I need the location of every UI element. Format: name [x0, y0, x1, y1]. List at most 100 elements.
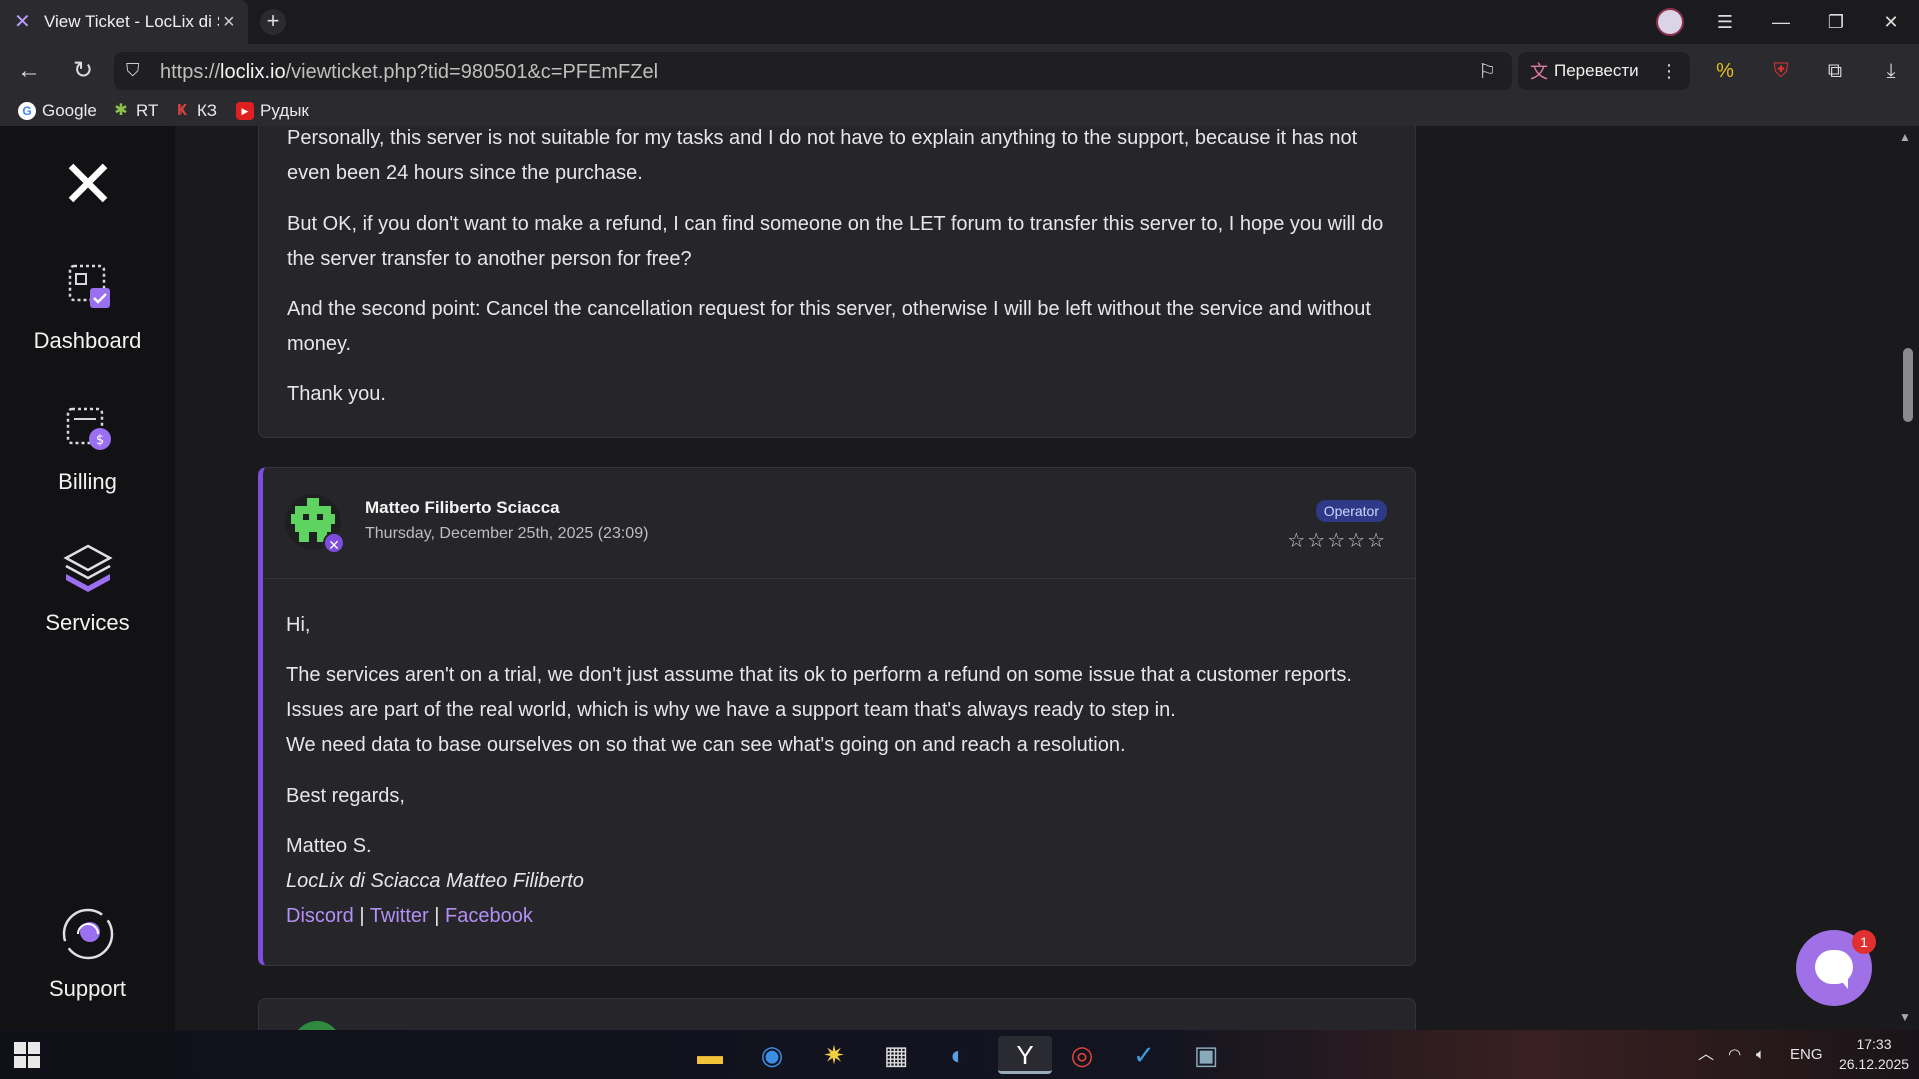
vpn-app-icon[interactable]: ✓	[1122, 1036, 1166, 1074]
tray-expand-icon[interactable]: ︿	[1698, 1030, 1714, 1079]
sidebar-item-billing[interactable]: $ Billing	[0, 399, 175, 495]
translate-icon: 文	[1530, 62, 1548, 82]
clock-date: 26.12.2025	[1838, 1056, 1910, 1072]
rt-icon: ✱	[114, 102, 128, 119]
ticket-reply-next	[258, 998, 1416, 1030]
yandex-browser-icon[interactable]: Y	[998, 1036, 1052, 1074]
operator-badge-icon: ✕	[323, 532, 345, 554]
rating-stars[interactable]: ☆☆☆☆☆	[1287, 528, 1387, 553]
twitter-link[interactable]: Twitter	[370, 905, 429, 927]
ticket-content: Personally, this server is not suitable …	[175, 126, 1899, 1030]
downloads-icon[interactable]: ⤓	[1874, 54, 1908, 88]
kz-icon: Ҝ	[177, 102, 187, 119]
bookmark-rt[interactable]: ✱ RT	[112, 101, 158, 121]
clock-time: 17:33	[1856, 1036, 1892, 1052]
discord-link[interactable]: Discord	[286, 905, 354, 927]
facebook-link[interactable]: Facebook	[445, 905, 533, 927]
support-icon	[60, 906, 116, 962]
message-paragraph: But OK, if you don't want to make a refu…	[287, 213, 1384, 270]
browser-tab-active[interactable]: ✕ View Ticket - LocLix di S ×	[0, 0, 248, 44]
avatar: ✕	[285, 494, 345, 554]
link-separator: |	[434, 905, 440, 927]
translate-button[interactable]: 文 Перевести ⋮	[1518, 52, 1690, 90]
ticket-reply-operator: ✕ Matteo Filiberto Sciacca Thursday, Dec…	[258, 467, 1416, 966]
minimize-button[interactable]: —	[1756, 0, 1806, 44]
sun-app-icon[interactable]: ✷	[812, 1036, 856, 1074]
discount-extension-icon[interactable]: %	[1708, 54, 1742, 88]
link-separator: |	[359, 905, 365, 927]
sidebar-item-dashboard[interactable]: Dashboard	[0, 258, 175, 354]
calculator-icon[interactable]: ▦	[874, 1036, 918, 1074]
translate-label: Перевести	[1554, 61, 1639, 80]
extensions-puzzle-icon[interactable]: ⧉	[1818, 54, 1852, 88]
dashboard-icon	[60, 258, 116, 314]
chat-notification-badge: 1	[1852, 930, 1876, 954]
profile-avatar-icon[interactable]	[1656, 8, 1684, 36]
sidebar-item-label: Support	[48, 976, 127, 1001]
volume-icon[interactable]: 🔈︎	[1756, 1030, 1765, 1079]
windows-start-icon[interactable]	[14, 1042, 40, 1068]
youtube-icon: ▶	[236, 102, 254, 120]
loclix-favicon-icon: ✕	[14, 11, 31, 33]
close-window-button[interactable]: ✕	[1866, 0, 1916, 44]
chat-bubble-tail	[1838, 977, 1848, 989]
avatar	[293, 1021, 341, 1030]
message-date: Thursday, December 25th, 2025 (23:09)	[365, 525, 649, 542]
page-scrollbar[interactable]: ▲ ▼	[1895, 126, 1919, 1030]
network-icon[interactable]: ◠	[1728, 1030, 1741, 1079]
scroll-down-icon[interactable]: ▼	[1899, 1010, 1911, 1024]
address-bar-row: ← ↻ ⛉ https://loclix.io/viewticket.php?t…	[0, 44, 1919, 98]
live-chat-button[interactable]: 1	[1796, 930, 1876, 1006]
sidebar-item-label: Dashboard	[33, 328, 142, 353]
message-author: Matteo Filiberto Sciacca	[365, 498, 560, 517]
message-closing: Best regards,	[286, 785, 405, 807]
sidebar-item-label: Services	[45, 610, 130, 635]
bookmark-label: КЗ	[197, 101, 217, 120]
tab-close-icon[interactable]: ×	[223, 11, 235, 34]
translate-more-icon[interactable]: ⋮	[1660, 61, 1678, 82]
message-greeting: Hi,	[286, 614, 311, 636]
file-explorer-icon[interactable]: ▬	[688, 1036, 732, 1074]
new-tab-button[interactable]: +	[260, 9, 286, 35]
status-badge: Operator	[1315, 500, 1387, 522]
bookmark-google[interactable]: G Google	[18, 101, 97, 121]
bookmark-kz[interactable]: Ҝ КЗ	[173, 101, 217, 121]
google-icon: G	[18, 102, 36, 120]
language-indicator[interactable]: ENG	[1790, 1030, 1823, 1079]
message-signature: Matteo S. LocLix di Sciacca Matteo Filib…	[286, 835, 584, 927]
taskbar-clock[interactable]: 17:33 26.12.2025	[1834, 1034, 1914, 1074]
billing-icon: $	[60, 399, 116, 455]
bookmarks-bar: G Google ✱ RT Ҝ КЗ ▶ Рудык	[0, 98, 1919, 126]
remote-desktop-icon[interactable]: ▣	[1184, 1036, 1228, 1074]
sidebar: ✕ Dashboard $ Billing Services Support	[0, 126, 175, 1030]
reload-button[interactable]: ↻	[66, 54, 100, 88]
sidebar-item-support[interactable]: Support	[0, 906, 175, 1002]
loclix-logo-icon[interactable]: ✕	[56, 151, 120, 217]
chrome-icon[interactable]: ◎	[1060, 1036, 1104, 1074]
windows-taskbar: ▬ ◉ ✷ ▦ ◐ Y ◎ ✓ ▣ ︿ ◠ 🔈︎ ENG 17:33 26.12…	[0, 1030, 1919, 1079]
bookmark-label: Рудык	[260, 101, 309, 120]
message-paragraph: And the second point: Cancel the cancell…	[287, 298, 1371, 355]
browser-menu-icon[interactable]: ☰	[1700, 0, 1750, 44]
scroll-up-icon[interactable]: ▲	[1899, 130, 1911, 144]
bookmark-rudyk[interactable]: ▶ Рудык	[236, 101, 309, 121]
divider	[263, 578, 1415, 579]
scrollbar-thumb[interactable]	[1903, 348, 1913, 422]
message-paragraph: Thank you.	[287, 383, 386, 405]
globe-app-icon[interactable]: ◉	[750, 1036, 794, 1074]
url-text: https://loclix.io/viewticket.php?tid=980…	[160, 61, 659, 83]
sidebar-item-services[interactable]: Services	[0, 540, 175, 636]
message-paragraph: Personally, this server is not suitable …	[287, 127, 1358, 184]
url-field[interactable]: ⛉ https://loclix.io/viewticket.php?tid=9…	[114, 52, 1512, 90]
back-button[interactable]: ←	[12, 54, 46, 88]
media-player-icon[interactable]: ◐	[936, 1036, 980, 1074]
site-info-shield-icon[interactable]: ⛉	[126, 60, 144, 80]
ticket-reply-customer: Personally, this server is not suitable …	[258, 126, 1416, 438]
services-icon	[60, 540, 116, 596]
bookmark-label: RT	[136, 101, 159, 120]
restore-button[interactable]: ❐	[1811, 0, 1861, 44]
ublock-extension-icon[interactable]: ⛨	[1764, 54, 1798, 88]
browser-tab-bar: ✕ View Ticket - LocLix di S × + ☰ — ❐ ✕	[0, 0, 1919, 44]
bookmark-icon[interactable]: ⚐	[1478, 59, 1496, 84]
bookmark-label: Google	[42, 101, 97, 120]
